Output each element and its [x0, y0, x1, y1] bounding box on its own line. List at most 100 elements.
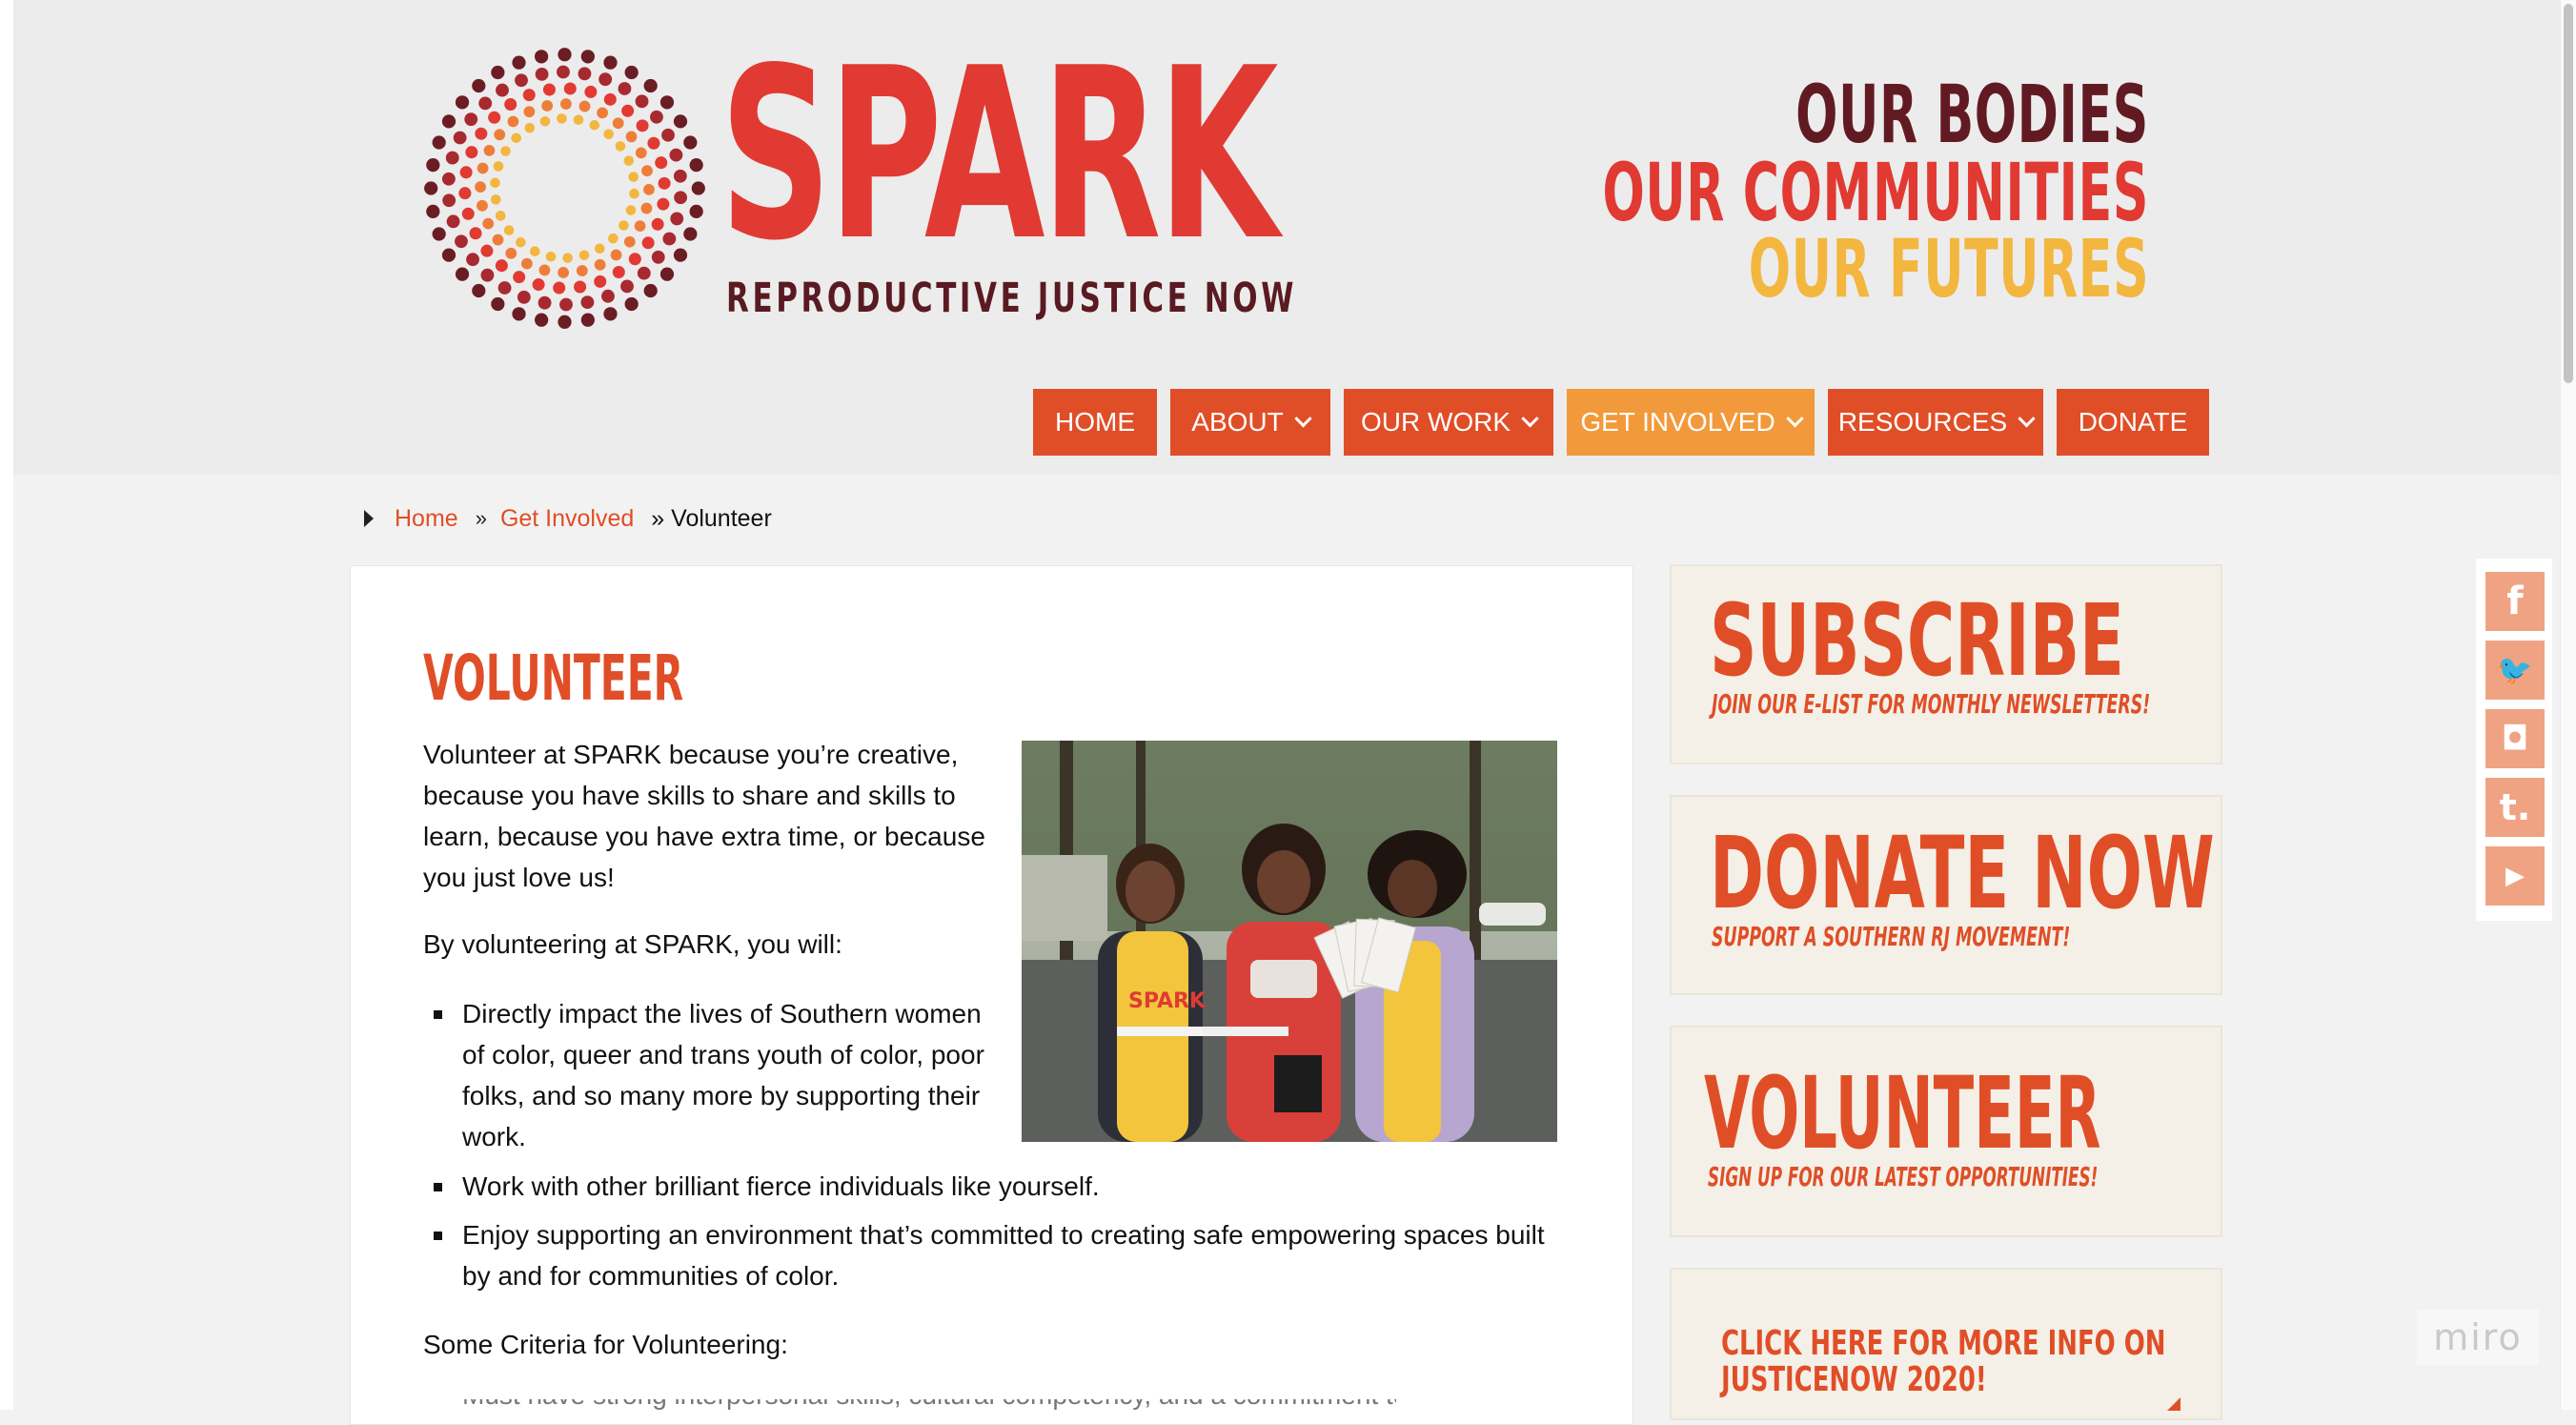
volunteer-widget[interactable]: VOLUNTEER SIGN UP FOR OUR LATEST OPPORTU… [1670, 1026, 2222, 1237]
breadcrumb-separator: » [475, 506, 487, 530]
logo-dot [620, 279, 634, 294]
logo-dot [661, 128, 675, 142]
logo-dot [628, 253, 641, 266]
logo-dot [505, 247, 517, 259]
instagram-glyph: ◘ [2501, 720, 2529, 758]
logo-dot [683, 227, 698, 241]
logo-dot [643, 78, 658, 93]
logo-dot [538, 264, 551, 276]
breadcrumb-home-link[interactable]: Home [395, 505, 458, 533]
logo-dot [515, 73, 528, 88]
nav-donate[interactable]: DONATE [2057, 389, 2209, 456]
logo-dot [634, 220, 646, 233]
list-item: Directly impact the lives of Southern wo… [434, 993, 996, 1157]
logo-dot [535, 50, 549, 64]
youtube-icon[interactable]: ▶ [2485, 846, 2545, 906]
logo-dot [535, 313, 549, 327]
logo-dot [594, 258, 606, 271]
logo-dot [640, 202, 653, 214]
tumblr-icon[interactable]: t. [2485, 778, 2545, 837]
logo-dot [453, 131, 467, 145]
logo-dot [500, 146, 511, 156]
logo-dot [562, 253, 573, 263]
list-item: Work with other brilliant fierce individ… [434, 1166, 1100, 1207]
logo-dot [432, 227, 446, 241]
slogan-line-bodies: OUR BODIES [1795, 68, 2149, 161]
justicenow-widget[interactable]: CLICK HERE FOR MORE INFO ON JUSTICENOW 2… [1670, 1268, 2222, 1420]
logo-dot [432, 135, 446, 150]
subscribe-widget[interactable]: SUBSCRIBE JOIN OUR E-LIST FOR MONTHLY NE… [1670, 564, 2222, 764]
logo-dot [441, 114, 456, 129]
logo-dot [670, 212, 684, 226]
logo-dot [469, 227, 482, 240]
miro-watermark: miro [2417, 1310, 2539, 1365]
logo-dot [628, 172, 639, 182]
logo-dot [647, 136, 660, 150]
logo-dot [445, 151, 459, 165]
volunteers-photo-illustration: SPARK [1022, 741, 1557, 1142]
scrollbar-thumb[interactable] [2564, 4, 2573, 383]
logo-dot [621, 104, 635, 117]
nav-get-involved[interactable]: GET INVOLVED [1567, 389, 1815, 456]
logo-dot [478, 96, 493, 111]
logo-dot [442, 193, 456, 208]
logo-dot [511, 132, 521, 144]
facebook-icon[interactable]: f [2485, 572, 2545, 631]
logo-dot [578, 250, 590, 261]
logo-dot [573, 114, 584, 126]
logo-tagline: REPRODUCTIVE JUSTICE NOW [726, 275, 1297, 322]
logo-dot [541, 100, 554, 112]
logo-dot [584, 85, 598, 98]
logo-dot [655, 156, 668, 170]
logo-dot [490, 177, 500, 189]
nav-home-label: HOME [1055, 407, 1135, 437]
criteria-heading: Some Criteria for Volunteering: [423, 1330, 788, 1359]
nav-our-work-label: OUR WORK [1360, 407, 1511, 437]
logo-dot [504, 98, 517, 112]
cutoff-list-item: Must have strong interpersonal skills, c… [462, 1399, 1396, 1410]
breadcrumb-current: » Volunteer [651, 504, 772, 532]
subscribe-subtitle: JOIN OUR E-LIST FOR MONTHLY NEWSLETTERS! [1712, 688, 2151, 720]
breadcrumb-arrow-icon [364, 510, 374, 527]
logo-dot [458, 187, 472, 200]
logo-dot [513, 271, 526, 284]
logo-dot [624, 65, 639, 80]
logo-dot [482, 217, 495, 230]
logo-dot [619, 220, 629, 231]
volunteers-photo: SPARK [1022, 741, 1557, 1142]
logo-dot [650, 110, 663, 124]
nav-about[interactable]: ABOUT [1170, 389, 1330, 456]
breadcrumb: Home » Get Involved » Volunteer [364, 499, 772, 538]
logo-dot [558, 315, 572, 329]
logo-dot [491, 65, 505, 80]
logo-dot [674, 191, 688, 205]
logo-dot [472, 78, 486, 93]
logo-dot [608, 233, 619, 244]
logo-dot [589, 120, 600, 131]
logo-dot [455, 267, 470, 281]
logo-dot [441, 248, 456, 262]
donate-now-widget[interactable]: DONATE NOW SUPPORT A SOUTHERN RJ MOVEMEN… [1670, 795, 2222, 995]
instagram-icon[interactable]: ◘ [2485, 709, 2545, 768]
logo-dot [635, 94, 649, 109]
logo-dot [477, 162, 489, 174]
twitter-icon[interactable]: 🐦 [2485, 641, 2545, 700]
logo-dot [492, 234, 504, 246]
volunteer-widget-title: VOLUNTEER [1704, 1055, 2101, 1171]
slogan-line-communities: OUR COMMUNITIES [1602, 146, 2149, 239]
nav-resources[interactable]: RESOURCES [1828, 389, 2043, 456]
nav-home[interactable]: HOME [1033, 389, 1157, 456]
logo-dot [643, 183, 655, 195]
logo-dot [673, 248, 688, 262]
logo-dot [673, 114, 688, 129]
logo-dot [594, 243, 605, 254]
nav-our-work[interactable]: OUR WORK [1344, 389, 1553, 456]
donate-now-title: DONATE NOW [1710, 815, 2215, 931]
breadcrumb-get-involved-link[interactable]: Get Involved [500, 505, 634, 533]
chevron-down-icon [1521, 409, 1539, 427]
logo-dot [603, 92, 617, 106]
logo-dot [490, 194, 501, 205]
logo-dot [601, 289, 615, 303]
justicenow-line-1: CLICK HERE FOR MORE INFO ON [1721, 1324, 2166, 1363]
logo-dot [662, 232, 677, 246]
